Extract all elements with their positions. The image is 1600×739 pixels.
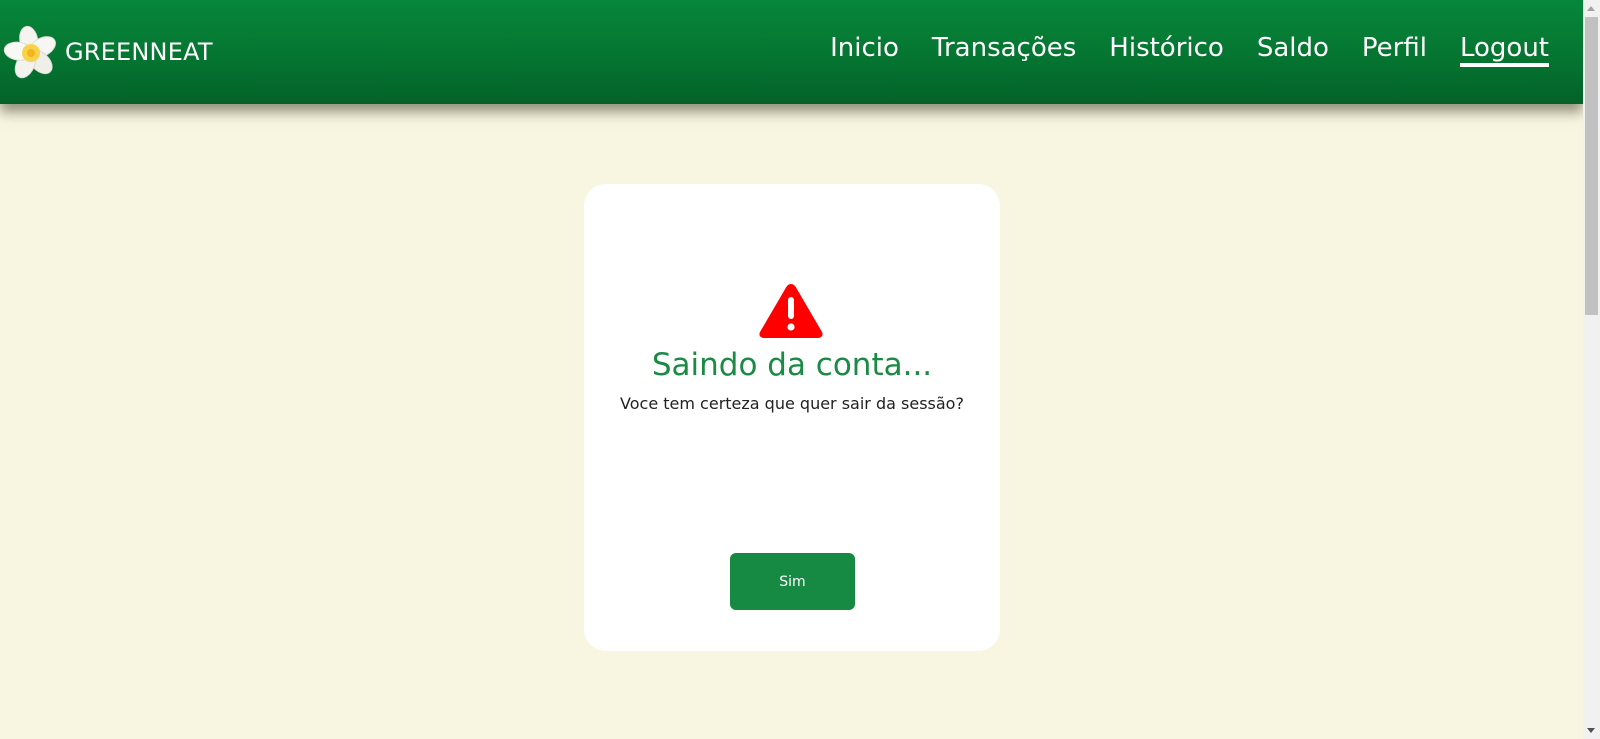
- nav-item-perfil[interactable]: Perfil: [1362, 33, 1427, 67]
- nav-item-historico[interactable]: Histórico: [1109, 33, 1224, 67]
- logout-dialog: Saindo da conta... Voce tem certeza que …: [584, 184, 1000, 651]
- warning-icon: [759, 284, 823, 338]
- top-navbar: GREENNEAT Inicio Transações Histórico Sa…: [0, 0, 1583, 104]
- page-scrollbar[interactable]: [1583, 0, 1600, 739]
- plumeria-flower-icon: [3, 25, 56, 79]
- confirm-logout-button[interactable]: Sim: [730, 553, 855, 610]
- brand[interactable]: GREENNEAT: [3, 24, 213, 80]
- nav-item-saldo[interactable]: Saldo: [1257, 33, 1329, 67]
- nav-item-logout[interactable]: Logout: [1459, 33, 1549, 67]
- dialog-message: Voce tem certeza que quer sair da sessão…: [620, 394, 964, 413]
- dialog-title: Saindo da conta...: [651, 347, 933, 383]
- nav-item-inicio[interactable]: Inicio: [830, 33, 899, 67]
- scroll-up-icon[interactable]: [1587, 6, 1595, 11]
- nav-item-transacoes[interactable]: Transações: [932, 33, 1076, 67]
- scroll-down-icon[interactable]: [1587, 728, 1595, 733]
- scrollbar-thumb[interactable]: [1585, 17, 1598, 315]
- brand-name: GREENNEAT: [65, 38, 213, 66]
- main-nav: Inicio Transações Histórico Saldo Perfil…: [797, 33, 1549, 67]
